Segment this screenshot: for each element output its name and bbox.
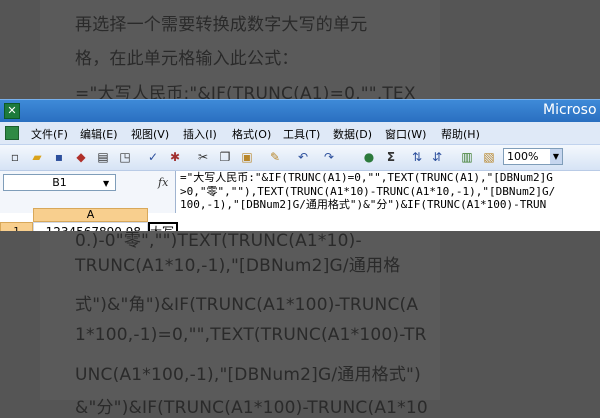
redo-icon[interactable]: ↷ [322, 150, 336, 164]
chart-wizard-icon[interactable]: ▥ [460, 150, 474, 164]
menu-file[interactable]: 文件(F) [31, 126, 68, 142]
sort-ascending-icon[interactable]: ⇅ [410, 150, 424, 164]
spelling-icon[interactable]: ✓ [146, 150, 160, 164]
app-title: Microso [543, 102, 597, 118]
print-icon[interactable]: ▤ [96, 150, 110, 164]
name-box-value: B1 [52, 176, 67, 189]
menu-bar: 文件(F) 编辑(E) 视图(V) 插入(I) 格式(O) 工具(T) 数据(D… [0, 122, 600, 145]
cell-b1[interactable]: 大写 [148, 222, 178, 231]
formula-bar: B1 ▼ fx ="大写人民币:"&IF(TRUNC(A1)=0,"",TEXT… [0, 171, 600, 213]
menu-window[interactable]: 窗口(W) [385, 126, 426, 142]
workbook-icon[interactable] [5, 126, 19, 140]
article-line: UNC(A1*100,-1),"[DBNum2]G/通用格式") [75, 365, 421, 385]
copy-icon[interactable]: ❐ [218, 150, 232, 164]
menu-tools[interactable]: 工具(T) [283, 126, 320, 142]
row-header-1[interactable]: 1 [0, 222, 33, 231]
fx-icon[interactable]: fx [158, 176, 168, 189]
article-line: 格，在此单元格输入此公式： [75, 49, 299, 69]
hyperlink-icon[interactable]: ● [362, 150, 376, 164]
menu-insert[interactable]: 插入(I) [183, 126, 217, 142]
paste-icon[interactable]: ▣ [240, 150, 254, 164]
cell-a1[interactable]: 1234567890.98 [33, 222, 148, 231]
formula-line: >0,"零",""),TEXT(TRUNC(A1*10)-TRUNC(A1*10… [180, 184, 556, 198]
zoom-value: 100% [507, 150, 539, 163]
excel-icon: ✕ [4, 103, 20, 119]
menu-edit[interactable]: 编辑(E) [80, 126, 118, 142]
undo-icon[interactable]: ↶ [296, 150, 310, 164]
article-line: TRUNC(A1*10,-1),"[DBNum2]G/通用格 [75, 256, 401, 276]
menu-view[interactable]: 视图(V) [131, 126, 169, 142]
format-painter-icon[interactable]: ✎ [268, 150, 282, 164]
formula-line: 100,-1),"[DBNum2]G/通用格式")&"分")&IF(TRUNC(… [180, 198, 547, 211]
excel-window: ✕ Microso 文件(F) 编辑(E) 视图(V) 插入(I) 格式(O) … [0, 99, 600, 231]
formula-line: ="大写人民币:"&IF(TRUNC(A1)=0,"",TEXT(TRUNC(A… [180, 171, 553, 184]
name-box[interactable]: B1 [3, 174, 116, 191]
chevron-down-icon[interactable]: ▼ [103, 179, 109, 188]
standard-toolbar: ▫ ▰ ▪ ◆ ▤ ◳ ✓ ✱ ✂ ❐ ▣ ✎ ↶ ↷ ● Σ ⇅ ⇵ ▥ ▧ … [0, 145, 600, 171]
column-header-a[interactable]: A [33, 208, 148, 222]
save-icon[interactable]: ▪ [52, 150, 66, 164]
menu-data[interactable]: 数据(D) [333, 126, 372, 142]
worksheet-grid: A 1 1234567890.98 大写 [0, 208, 600, 231]
article-line: 再选择一个需要转换成数字大写的单元 [75, 15, 368, 35]
new-icon[interactable]: ▫ [8, 150, 22, 164]
open-icon[interactable]: ▰ [30, 150, 44, 164]
article-line: 1*100,-1)=0,"",TEXT(TRUNC(A1*100)-TR [75, 325, 427, 345]
sort-descending-icon[interactable]: ⇵ [430, 150, 444, 164]
research-icon[interactable]: ✱ [168, 150, 182, 164]
formula-input[interactable]: ="大写人民币:"&IF(TRUNC(A1)=0,"",TEXT(TRUNC(A… [175, 171, 600, 213]
chevron-down-icon[interactable]: ▼ [550, 149, 562, 164]
zoom-select[interactable]: 100% ▼ [503, 148, 563, 165]
title-bar: ✕ Microso [0, 99, 600, 122]
article-line: &"分")&IF(TRUNC(A1*100)-TRUNC(A1*10 [75, 398, 428, 418]
article-line: 式")&"角")&IF(TRUNC(A1*100)-TRUNC(A [75, 295, 419, 315]
print-preview-icon[interactable]: ◳ [118, 150, 132, 164]
drawing-icon[interactable]: ▧ [482, 150, 496, 164]
menu-help[interactable]: 帮助(H) [441, 126, 480, 142]
cut-icon[interactable]: ✂ [196, 150, 210, 164]
autosum-icon[interactable]: Σ [384, 150, 398, 164]
menu-format[interactable]: 格式(O) [232, 126, 271, 142]
permission-icon[interactable]: ◆ [74, 150, 88, 164]
